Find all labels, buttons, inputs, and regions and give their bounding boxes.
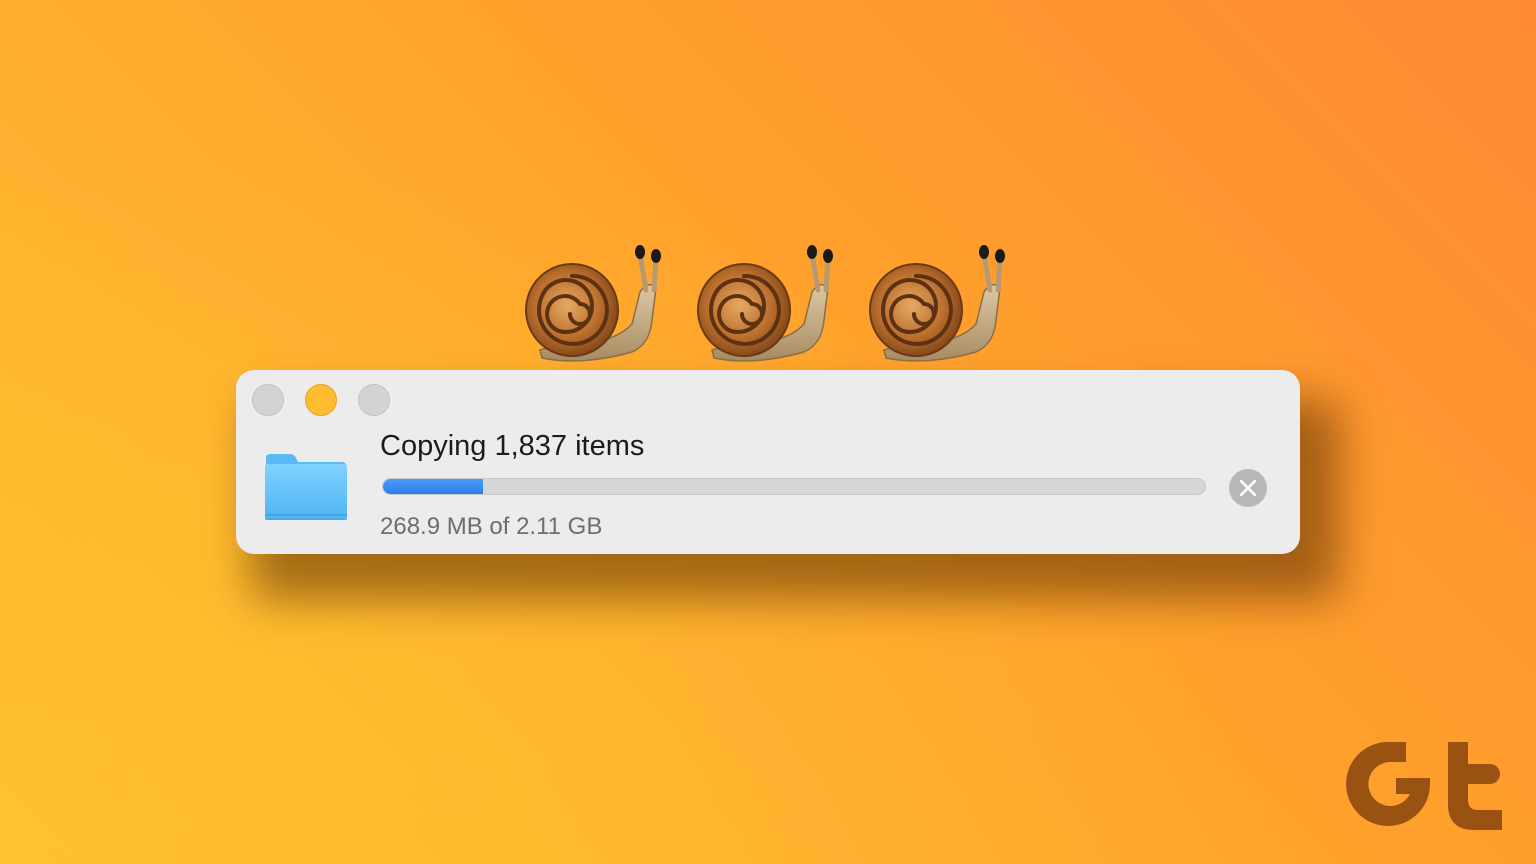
snail-decorations [522,240,1022,372]
copy-progress-bar [382,478,1206,495]
copy-title: Copying 1,837 items [380,430,645,462]
cancel-copy-button[interactable] [1229,469,1267,507]
copy-status: 268.9 MB of 2.11 GB [380,513,603,540]
snail-icon [525,245,661,362]
folder-icon [265,454,347,520]
window-close-button[interactable] [252,384,284,416]
close-circle-icon [1239,479,1257,497]
copy-progress-dialog: Copying 1,837 items 268.9 MB of 2.11 GB [236,370,1300,554]
progress-fill [383,479,484,494]
window-zoom-button[interactable] [358,384,390,416]
window-minimize-button[interactable] [305,384,337,416]
snail-icon [869,245,1005,362]
snail-icon [697,245,833,362]
guiding-tech-logo [1346,741,1502,830]
